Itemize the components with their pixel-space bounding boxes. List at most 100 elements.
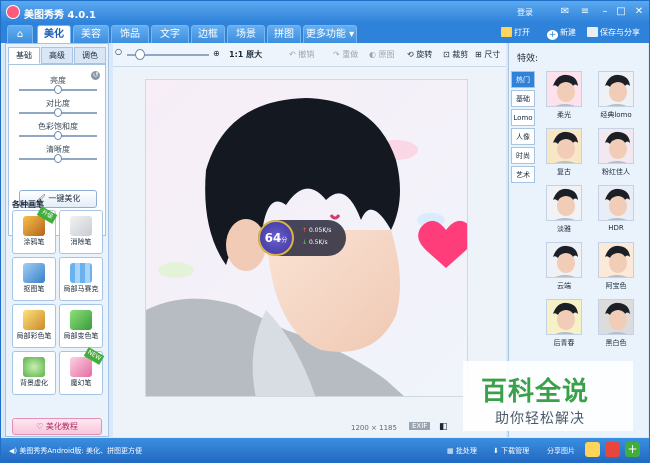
effect-thumbnail[interactable] <box>598 299 634 335</box>
subtab-color[interactable]: 调色 <box>74 47 106 64</box>
crop-button[interactable]: ⊡ 裁剪 <box>443 49 468 60</box>
upload-speed: ↑ 0.05K/s <box>302 227 332 234</box>
share-image-button[interactable]: 分享图片 <box>547 446 575 456</box>
close-icon[interactable]: ✕ <box>631 5 647 19</box>
magic-pen-icon <box>70 357 92 377</box>
add-icon[interactable]: + <box>625 442 640 457</box>
effect-preview <box>599 243 633 277</box>
contrast-knob[interactable] <box>54 108 62 117</box>
watermark-subtitle: 助你轻松解决 <box>495 411 585 427</box>
color-brush-icon <box>23 310 45 330</box>
tab-frame[interactable]: 边框 <box>191 25 225 43</box>
paint-bucket-icon <box>70 310 92 330</box>
exif-icon[interactable]: EXIF <box>409 422 431 430</box>
effect-label: 淡雅 <box>557 225 571 233</box>
redo-button[interactable]: ↷ 重做 <box>333 49 358 60</box>
home-icon[interactable]: ⌂ <box>7 25 33 43</box>
tab-scene[interactable]: 场景 <box>227 25 265 43</box>
menu-icon[interactable]: ≡ <box>577 5 593 19</box>
effect-preview <box>599 186 633 220</box>
title-bar: 美图秀秀 4.0.1 登录 ✉ ≡ – □ ✕ <box>1 1 649 23</box>
background-blur-tool[interactable]: 背景虚化 <box>12 351 56 395</box>
plus-icon: + <box>547 30 558 40</box>
fx-category-portrait[interactable]: 人像 <box>511 128 535 145</box>
open-button[interactable]: 打开 <box>501 27 530 38</box>
mosaic-tool[interactable]: 局部马赛克 <box>59 257 103 301</box>
fx-category-lomo[interactable]: Lomo <box>511 109 535 126</box>
login-link[interactable]: 登录 <box>517 7 533 18</box>
new-button[interactable]: + 新建 <box>547 27 576 40</box>
save-icon <box>587 27 598 37</box>
message-icon[interactable]: ✉ <box>557 5 573 19</box>
local-color-pen-tool[interactable]: 局部彩色笔 <box>12 304 56 348</box>
photo-canvas[interactable]: 64分 ↑ 0.05K/s ↓ 0.5K/s <box>145 79 468 397</box>
zoom-knob[interactable] <box>135 49 145 60</box>
fx-category-basic[interactable]: 基础 <box>511 90 535 107</box>
subtab-basic[interactable]: 基础 <box>8 47 40 64</box>
download-manager-button[interactable]: ⬇ 下载管理 <box>493 446 529 456</box>
effect-thumbnail[interactable] <box>546 242 582 278</box>
tab-beautify[interactable]: 美化 <box>37 25 71 43</box>
minimize-icon[interactable]: – <box>597 5 613 19</box>
maximize-icon[interactable]: □ <box>613 5 629 19</box>
effect-label: 粉红佳人 <box>602 168 630 176</box>
tab-beauty[interactable]: 美容 <box>73 25 109 43</box>
rotate-button[interactable]: ⟲ 旋转 <box>407 49 432 60</box>
effect-label: 柔光 <box>557 111 571 119</box>
heart-wings-icon: ♡ <box>36 422 44 431</box>
original-button[interactable]: ◐ 原图 <box>369 49 395 60</box>
folder-icon <box>501 27 512 37</box>
brightness-knob[interactable] <box>54 85 62 94</box>
effect-thumbnail[interactable] <box>546 185 582 221</box>
local-recolor-pen-tool[interactable]: 局部变色笔 <box>59 304 103 348</box>
blur-icon <box>23 357 45 377</box>
eraser-pen-tool[interactable]: 消除笔 <box>59 210 103 254</box>
eraser-icon <box>70 216 92 236</box>
effect-label: 复古 <box>557 168 571 176</box>
actual-size-button[interactable]: 1:1 原大 <box>229 49 262 60</box>
star-icon[interactable] <box>585 442 600 457</box>
weibo-icon[interactable] <box>605 442 620 457</box>
mosaic-icon <box>70 263 92 283</box>
magic-pen-tool[interactable]: 魔幻笔 NEW <box>59 347 105 395</box>
main-tabs: ⌂ 美化 美容 饰品 文字 边框 场景 拼图 更多功能 ▾ 打开 + 新建 保存与… <box>1 23 649 43</box>
effect-thumbnail[interactable] <box>598 185 634 221</box>
zoom-in-icon[interactable]: ⊕ <box>213 49 220 58</box>
save-share-button[interactable]: 保存与分享 <box>587 27 640 38</box>
doodle-pen-tool[interactable]: 涂鸦笔 升级 <box>12 206 58 254</box>
effect-thumbnail[interactable] <box>546 299 582 335</box>
subtab-advanced[interactable]: 高级 <box>41 47 73 64</box>
android-promo-link[interactable]: ◀) 美图秀秀Android版: 美化、拼图更方便 <box>9 446 142 456</box>
effect-thumbnail[interactable] <box>598 242 634 278</box>
fx-category-hot[interactable]: 热门 <box>511 71 535 88</box>
download-speed: ↓ 0.5K/s <box>302 239 328 246</box>
effect-preview <box>547 300 581 334</box>
resize-button[interactable]: ⊞ 尺寸 <box>475 49 500 60</box>
undo-button[interactable]: ↶ 撤销 <box>289 49 314 60</box>
fx-category-fashion[interactable]: 时尚 <box>511 147 535 164</box>
compare-icon[interactable]: ◧ <box>439 422 448 432</box>
tab-accessories[interactable]: 饰品 <box>111 25 149 43</box>
app-title: 美图秀秀 4.0.1 <box>24 10 96 21</box>
zoom-out-icon[interactable]: ○ <box>115 47 122 56</box>
arrow-down-icon: ↓ <box>302 239 308 246</box>
effect-preview <box>547 129 581 163</box>
tab-more[interactable]: 更多功能 ▾ <box>303 25 357 43</box>
adjust-subtabs: 基础 高级 调色 <box>8 47 106 64</box>
beautify-tutorial-button[interactable]: ♡ 美化教程 <box>12 418 102 435</box>
batch-button[interactable]: ▦ 批处理 <box>447 446 477 456</box>
effect-thumbnail[interactable] <box>598 128 634 164</box>
effect-thumbnail[interactable] <box>546 71 582 107</box>
scissors-icon <box>23 263 45 283</box>
saturation-knob[interactable] <box>54 131 62 140</box>
fx-category-art[interactable]: 艺术 <box>511 166 535 183</box>
tab-collage[interactable]: 拼图 <box>267 25 301 43</box>
tab-text[interactable]: 文字 <box>151 25 189 43</box>
effect-label: 后青春 <box>553 339 575 347</box>
sharpness-knob[interactable] <box>54 154 62 163</box>
cutout-pen-tool[interactable]: 抠图笔 <box>12 257 56 301</box>
effect-label: HDR <box>608 224 624 232</box>
effect-preview <box>547 243 581 277</box>
effect-thumbnail[interactable] <box>598 71 634 107</box>
effect-thumbnail[interactable] <box>546 128 582 164</box>
